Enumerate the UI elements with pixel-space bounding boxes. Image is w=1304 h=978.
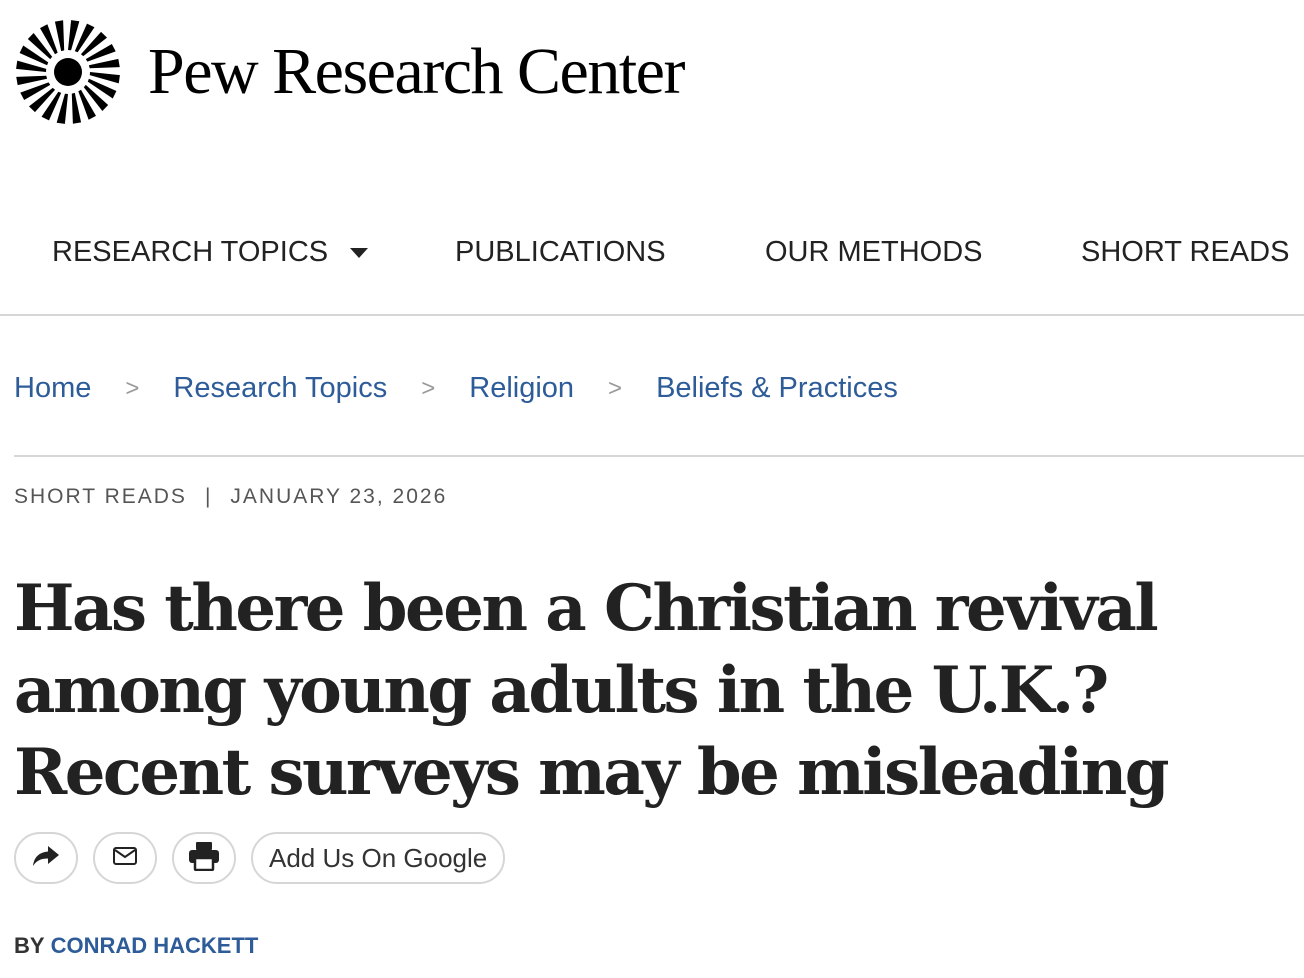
article-category: SHORT READS xyxy=(14,485,187,508)
email-button[interactable] xyxy=(93,832,157,884)
breadcrumb-home[interactable]: Home xyxy=(14,372,91,405)
meta-separator: | xyxy=(204,485,213,508)
breadcrumb-research-topics[interactable]: Research Topics xyxy=(173,372,387,405)
byline: BY CONRAD HACKETT xyxy=(14,933,258,959)
logo-ray xyxy=(71,92,82,124)
printer-icon xyxy=(188,841,220,876)
author-link[interactable]: CONRAD HACKETT xyxy=(51,933,259,958)
nav-research-topics-label: RESEARCH TOPICS xyxy=(52,236,329,268)
breadcrumb-separator: > xyxy=(608,374,623,402)
logo-ray xyxy=(88,58,120,69)
share-toolbar: Add Us On Google xyxy=(14,832,520,884)
logo-center xyxy=(54,58,82,86)
envelope-icon xyxy=(112,846,138,871)
article-headline: Has there been a Christian revival among… xyxy=(14,571,1169,810)
breadcrumb-separator: > xyxy=(421,374,436,402)
nav-research-topics[interactable]: RESEARCH TOPICS xyxy=(52,236,369,269)
logo[interactable]: Pew Research Center xyxy=(14,18,685,126)
article-meta: SHORT READS | JANUARY 23, 2026 xyxy=(14,485,447,509)
nav-publications[interactable]: PUBLICATIONS xyxy=(455,236,666,269)
logo-ray xyxy=(16,75,48,86)
chevron-down-icon xyxy=(350,247,369,258)
add-us-on-google-button[interactable]: Add Us On Google xyxy=(251,832,506,884)
nav-our-methods[interactable]: OUR METHODS xyxy=(765,236,983,269)
brand-name: Pew Research Center xyxy=(148,35,685,108)
byline-prefix: BY xyxy=(14,933,45,958)
breadcrumb-separator: > xyxy=(125,374,140,402)
breadcrumb-religion[interactable]: Religion xyxy=(469,372,574,405)
sunburst-logo-icon xyxy=(14,18,122,126)
print-button[interactable] xyxy=(172,832,236,884)
divider xyxy=(14,455,1304,457)
main-nav: RESEARCH TOPICS PUBLICATIONS OUR METHODS… xyxy=(0,218,1304,316)
article-date: JANUARY 23, 2026 xyxy=(230,485,448,508)
share-button[interactable] xyxy=(14,832,78,884)
breadcrumb: Home > Research Topics > Religion > Beli… xyxy=(14,372,898,405)
breadcrumb-beliefs-practices[interactable]: Beliefs & Practices xyxy=(656,372,898,405)
share-arrow-icon xyxy=(32,845,60,872)
logo-ray xyxy=(54,20,65,52)
nav-short-reads[interactable]: SHORT READS xyxy=(1081,236,1289,269)
